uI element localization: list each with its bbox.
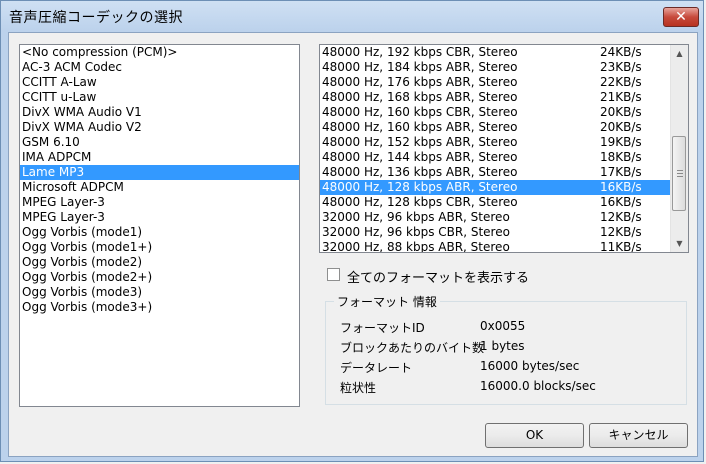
- format-rate: 24KB/s: [600, 45, 642, 59]
- codec-list-item[interactable]: AC-3 ACM Codec: [20, 60, 299, 75]
- format-info-group: フォーマット 情報 フォーマットID 0x0055 ブロックあたりのバイト数 1…: [325, 293, 687, 405]
- format-description: 48000 Hz, 128 kbps CBR, Stereo: [322, 195, 518, 209]
- format-description: 48000 Hz, 184 kbps ABR, Stereo: [322, 60, 518, 74]
- codec-list-item[interactable]: DivX WMA Audio V2: [20, 120, 299, 135]
- codec-list-item[interactable]: IMA ADPCM: [20, 150, 299, 165]
- bytes-per-block-label: ブロックあたりのバイト数: [340, 341, 485, 355]
- format-list-item[interactable]: 48000 Hz, 128 kbps ABR, Stereo 16KB/s: [320, 180, 671, 195]
- grip-line: [677, 173, 683, 174]
- format-rate: 16KB/s: [600, 180, 642, 194]
- codec-list-item[interactable]: CCITT u-Law: [20, 90, 299, 105]
- format-list-item[interactable]: 48000 Hz, 144 kbps ABR, Stereo 18KB/s: [320, 150, 671, 165]
- codec-list-item[interactable]: GSM 6.10: [20, 135, 299, 150]
- format-rate: 12KB/s: [600, 225, 642, 239]
- grip-line: [677, 170, 683, 171]
- format-description: 48000 Hz, 176 kbps ABR, Stereo: [322, 75, 518, 89]
- format-description: 48000 Hz, 168 kbps ABR, Stereo: [322, 90, 518, 104]
- codec-list-item[interactable]: MPEG Layer-3: [20, 210, 299, 225]
- title-bar[interactable]: 音声圧縮コーデックの選択 ✕: [1, 1, 705, 31]
- codec-list-item[interactable]: Ogg Vorbis (mode2): [20, 255, 299, 270]
- codec-list-item[interactable]: Ogg Vorbis (mode3): [20, 285, 299, 300]
- format-rate: 23KB/s: [600, 60, 642, 74]
- format-id-label: フォーマットID: [340, 321, 425, 335]
- codec-list-item[interactable]: Microsoft ADPCM: [20, 180, 299, 195]
- format-description: 32000 Hz, 96 kbps ABR, Stereo: [322, 210, 510, 224]
- format-list-item[interactable]: 32000 Hz, 96 kbps CBR, Stereo 12KB/s: [320, 225, 671, 240]
- format-rate: 16KB/s: [600, 195, 642, 209]
- show-all-formats-label: 全てのフォーマットを表示する: [347, 271, 530, 286]
- format-list-item[interactable]: 48000 Hz, 136 kbps ABR, Stereo 17KB/s: [320, 165, 671, 180]
- format-rate: 18KB/s: [600, 150, 642, 164]
- format-list-item[interactable]: 32000 Hz, 88 kbps ABR, Stereo 11KB/s: [320, 240, 671, 253]
- codec-list-item[interactable]: <No compression (PCM)>: [20, 45, 299, 60]
- granularity-label: 粒状性: [340, 381, 377, 395]
- close-icon: ✕: [675, 9, 687, 25]
- scroll-up-arrow-icon[interactable]: ▲: [671, 45, 688, 62]
- format-rate: 12KB/s: [600, 210, 642, 224]
- format-list-item[interactable]: 48000 Hz, 160 kbps ABR, Stereo 20KB/s: [320, 120, 671, 135]
- codec-list-item[interactable]: Ogg Vorbis (mode1): [20, 225, 299, 240]
- format-list-item[interactable]: 32000 Hz, 96 kbps ABR, Stereo 12KB/s: [320, 210, 671, 225]
- format-description: 48000 Hz, 192 kbps CBR, Stereo: [322, 45, 518, 59]
- format-rows: 48000 Hz, 192 kbps CBR, Stereo 24KB/s 4800…: [320, 45, 671, 253]
- format-description: 48000 Hz, 144 kbps ABR, Stereo: [322, 150, 518, 164]
- codec-list-item[interactable]: Ogg Vorbis (mode1+): [20, 240, 299, 255]
- format-description: 48000 Hz, 128 kbps ABR, Stereo: [322, 180, 518, 194]
- format-id-value: 0x0055: [480, 319, 526, 333]
- format-description: 32000 Hz, 88 kbps ABR, Stereo: [322, 240, 510, 253]
- format-scrollbar[interactable]: ▲ ▼: [670, 45, 688, 252]
- cancel-button[interactable]: キャンセル: [589, 423, 688, 448]
- format-rate: 20KB/s: [600, 105, 642, 119]
- format-list-item[interactable]: 48000 Hz, 176 kbps ABR, Stereo 22KB/s: [320, 75, 671, 90]
- bytes-per-block-value: 1 bytes: [480, 339, 525, 353]
- format-list-item[interactable]: 48000 Hz, 168 kbps ABR, Stereo 21KB/s: [320, 90, 671, 105]
- granularity-value: 16000.0 blocks/sec: [480, 379, 596, 393]
- codec-list-item[interactable]: MPEG Layer-3: [20, 195, 299, 210]
- format-list-item[interactable]: 48000 Hz, 192 kbps CBR, Stereo 24KB/s: [320, 45, 671, 60]
- format-description: 32000 Hz, 96 kbps CBR, Stereo: [322, 225, 510, 239]
- format-list-item[interactable]: 48000 Hz, 152 kbps ABR, Stereo 19KB/s: [320, 135, 671, 150]
- ok-button[interactable]: OK: [485, 423, 584, 448]
- format-description: 48000 Hz, 160 kbps CBR, Stereo: [322, 105, 518, 119]
- format-rate: 11KB/s: [600, 240, 642, 253]
- codec-list-item[interactable]: Lame MP3: [20, 165, 299, 180]
- data-rate-label: データレート: [340, 361, 413, 375]
- data-rate-value: 16000 bytes/sec: [480, 359, 580, 373]
- close-button[interactable]: ✕: [663, 7, 699, 27]
- format-rate: 20KB/s: [600, 120, 642, 134]
- codec-list-item[interactable]: CCITT A-Law: [20, 75, 299, 90]
- codec-list-item[interactable]: Ogg Vorbis (mode3+): [20, 300, 299, 315]
- grip-line: [677, 176, 683, 177]
- format-description: 48000 Hz, 152 kbps ABR, Stereo: [322, 135, 518, 149]
- codec-list-item[interactable]: Ogg Vorbis (mode2+): [20, 270, 299, 285]
- format-rate: 19KB/s: [600, 135, 642, 149]
- dialog-client-area: <No compression (PCM)> AC-3 ACM Codec CCIT…: [8, 32, 698, 457]
- format-rate: 17KB/s: [600, 165, 642, 179]
- format-description: 48000 Hz, 160 kbps ABR, Stereo: [322, 120, 518, 134]
- format-list-item[interactable]: 48000 Hz, 160 kbps CBR, Stereo 20KB/s: [320, 105, 671, 120]
- format-info-title: フォーマット 情報: [334, 293, 440, 310]
- codec-listbox[interactable]: <No compression (PCM)> AC-3 ACM Codec CCIT…: [19, 44, 300, 407]
- format-description: 48000 Hz, 136 kbps ABR, Stereo: [322, 165, 518, 179]
- scroll-down-arrow-icon[interactable]: ▼: [671, 235, 688, 252]
- scroll-thumb[interactable]: [672, 136, 686, 211]
- format-rate: 21KB/s: [600, 90, 642, 104]
- format-list-item[interactable]: 48000 Hz, 184 kbps ABR, Stereo 23KB/s: [320, 60, 671, 75]
- format-listbox[interactable]: 48000 Hz, 192 kbps CBR, Stereo 24KB/s 4800…: [319, 44, 689, 253]
- codec-list-item[interactable]: DivX WMA Audio V1: [20, 105, 299, 120]
- format-list-item[interactable]: 48000 Hz, 128 kbps CBR, Stereo 16KB/s: [320, 195, 671, 210]
- show-all-formats-checkbox[interactable]: [327, 268, 340, 281]
- format-rate: 22KB/s: [600, 75, 642, 89]
- dialog-window: 音声圧縮コーデックの選択 ✕ <No compression (PCM)> AC-…: [0, 0, 704, 462]
- window-title: 音声圧縮コーデックの選択: [9, 10, 183, 26]
